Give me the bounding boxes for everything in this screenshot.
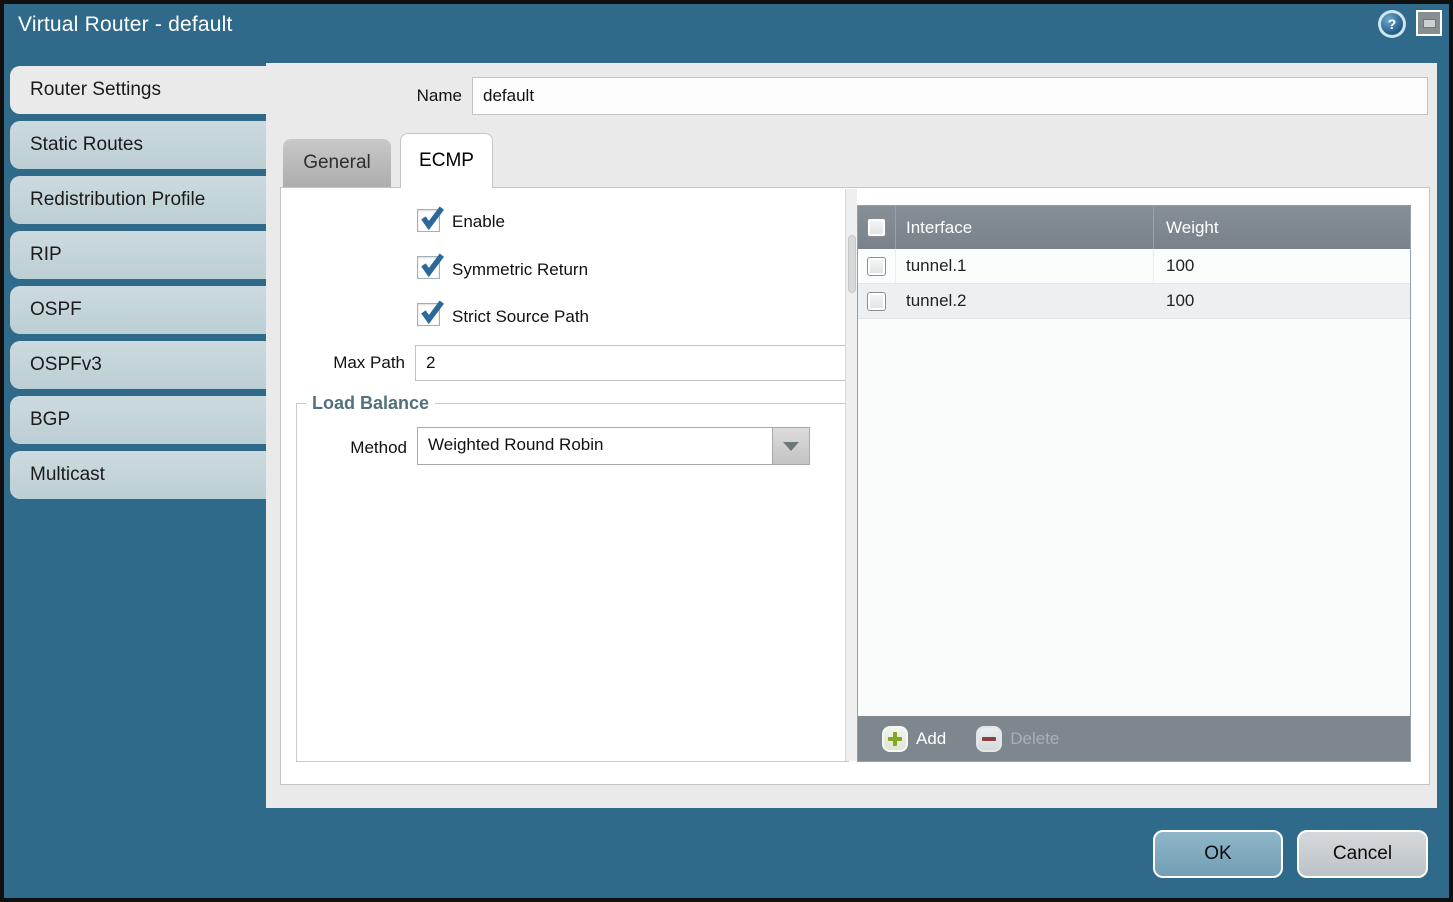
interface-column-header[interactable]: Interface	[896, 206, 1154, 249]
max-path-label: Max Path	[295, 353, 405, 373]
sidebar-item-static-routes[interactable]: Static Routes	[10, 121, 266, 169]
check-icon	[418, 253, 444, 279]
sidebar-item-multicast[interactable]: Multicast	[10, 451, 266, 499]
sidebar-item-redistribution-profile[interactable]: Redistribution Profile	[10, 176, 266, 224]
symmetric-return-label: Symmetric Return	[452, 260, 588, 280]
ok-button[interactable]: OK	[1153, 830, 1283, 878]
interface-table: Interface Weight tunnel.1 100 tunnel.2 1…	[857, 205, 1411, 762]
symmetric-return-checkbox[interactable]	[417, 256, 440, 279]
method-label: Method	[297, 438, 407, 458]
sidebar-item-rip[interactable]: RIP	[10, 231, 266, 279]
add-button[interactable]: Add	[882, 726, 946, 752]
table-toolbar: Add Delete	[858, 716, 1410, 761]
check-icon	[418, 300, 444, 326]
tab-general[interactable]: General	[283, 139, 391, 187]
add-label: Add	[916, 729, 946, 749]
method-value: Weighted Round Robin	[428, 435, 603, 455]
interface-cell: tunnel.1	[896, 249, 1154, 283]
row-checkbox[interactable]	[867, 292, 886, 311]
minus-icon	[976, 726, 1002, 752]
sidebar-item-ospf[interactable]: OSPF	[10, 286, 266, 334]
table-header: Interface Weight	[858, 206, 1410, 249]
strict-source-path-label: Strict Source Path	[452, 307, 589, 327]
delete-label: Delete	[1010, 729, 1059, 749]
row-checkbox[interactable]	[867, 257, 886, 276]
sidebar-item-router-settings[interactable]: Router Settings	[10, 66, 272, 114]
weight-cell: 100	[1154, 284, 1410, 318]
dropdown-button[interactable]	[772, 428, 809, 464]
virtual-router-dialog: Virtual Router - default ? Router Settin…	[0, 0, 1453, 902]
panel-scrollbar[interactable]	[845, 189, 857, 761]
tab-ecmp[interactable]: ECMP	[400, 133, 493, 188]
window-restore-icon[interactable]	[1416, 10, 1442, 36]
plus-icon	[882, 726, 908, 752]
table-empty-area	[858, 319, 1410, 716]
select-all-checkbox[interactable]	[867, 218, 886, 237]
check-icon	[418, 206, 444, 232]
weight-column-header[interactable]: Weight	[1154, 206, 1410, 249]
enable-label: Enable	[452, 212, 505, 232]
interface-cell: tunnel.2	[896, 284, 1154, 318]
delete-button[interactable]: Delete	[976, 726, 1059, 752]
weight-cell: 100	[1154, 249, 1410, 283]
dialog-title: Virtual Router - default	[18, 13, 233, 37]
load-balance-legend: Load Balance	[306, 393, 435, 414]
table-row[interactable]: tunnel.2 100	[858, 284, 1410, 319]
method-dropdown[interactable]: Weighted Round Robin	[417, 427, 810, 465]
max-path-input[interactable]	[415, 345, 848, 381]
name-input[interactable]	[472, 77, 1428, 115]
table-row[interactable]: tunnel.1 100	[858, 249, 1410, 284]
strict-source-path-checkbox[interactable]	[417, 303, 440, 326]
sidebar-item-bgp[interactable]: BGP	[10, 396, 266, 444]
name-label: Name	[352, 86, 462, 106]
cancel-button[interactable]: Cancel	[1297, 830, 1428, 878]
chevron-down-icon	[783, 442, 799, 451]
enable-checkbox[interactable]	[417, 209, 440, 232]
scrollbar-thumb[interactable]	[848, 235, 856, 293]
question-mark-icon: ?	[1381, 13, 1403, 35]
sidebar-item-ospfv3[interactable]: OSPFv3	[10, 341, 266, 389]
help-icon[interactable]: ?	[1378, 10, 1406, 38]
